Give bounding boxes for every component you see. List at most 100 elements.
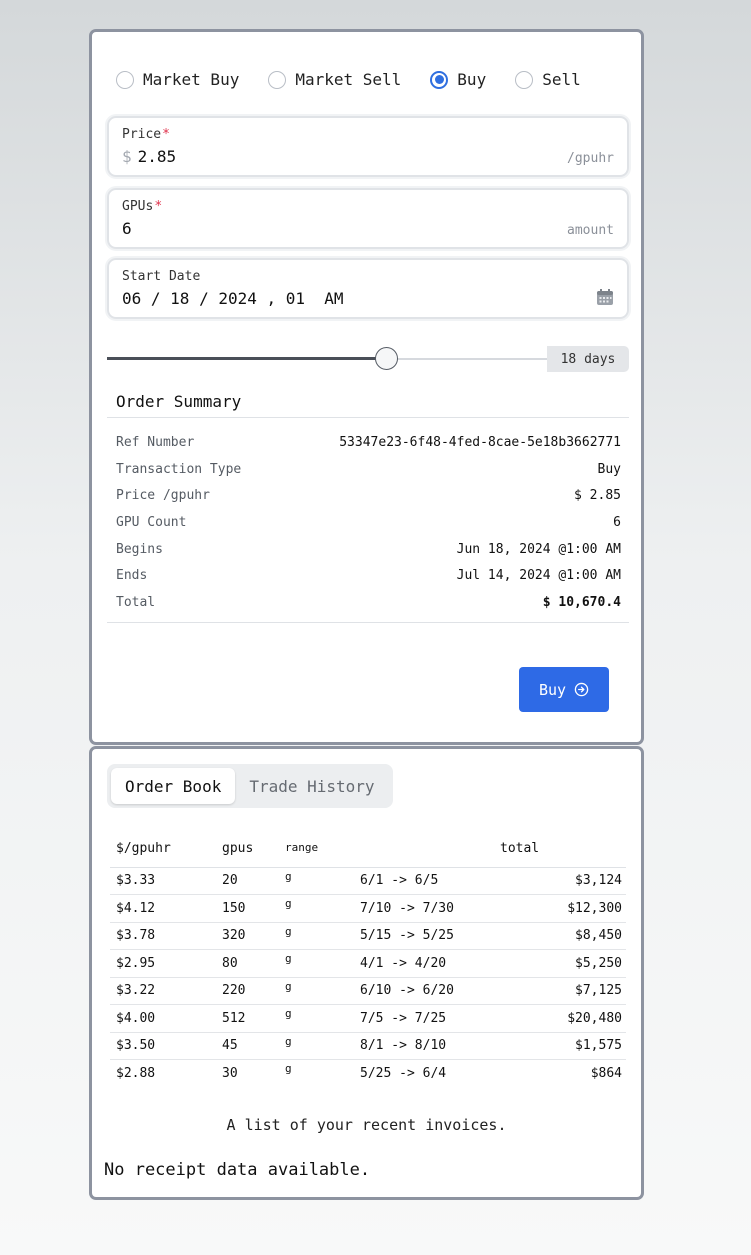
slider-thumb[interactable] — [375, 347, 398, 370]
cell-price: $3.78 — [110, 922, 222, 950]
cell-gpus: 220 — [222, 977, 285, 1005]
summary-key: Transaction Type — [116, 461, 242, 477]
cell-gpus: 150 — [222, 894, 285, 923]
table-row[interactable]: $3.22 220 g 6/10 -> 6/20 $7,125 — [110, 977, 626, 1005]
book-tabs: Order Book Trade History — [107, 764, 393, 808]
divider — [107, 622, 629, 623]
radio-button-circle-checked[interactable] — [430, 70, 449, 89]
cell-unit: g — [285, 922, 360, 950]
summary-row-ref: Ref Number 53347e23-6f48-4fed-8cae-5e18b3… — [116, 429, 621, 456]
table-row[interactable]: $3.33 20 g 6/1 -> 6/5 $3,124 — [110, 867, 626, 895]
summary-value: 6 — [613, 514, 621, 530]
table-row[interactable]: $3.78 320 g 5/15 -> 5/25 $8,450 — [110, 922, 626, 950]
summary-key: Ends — [116, 568, 148, 584]
radio-sell[interactable]: Sell — [515, 70, 581, 89]
radio-button-circle[interactable] — [515, 70, 534, 89]
start-date-field[interactable]: Start Date 06 / 18 / 2024 , 01 AM — [107, 258, 629, 319]
start-date-label: Start Date — [122, 269, 201, 284]
table-caption: A list of your recent invoices. — [226, 1116, 507, 1134]
cell-unit: g — [285, 949, 360, 978]
buy-button[interactable]: Buy — [519, 667, 609, 712]
gpus-input[interactable]: 6 — [122, 219, 132, 238]
radio-label: Sell — [542, 70, 581, 89]
summary-value: 53347e23-6f48-4fed-8cae-5e18b3662771 — [339, 434, 621, 450]
divider — [107, 417, 629, 418]
summary-value: Jun 18, 2024 @1:00 AM — [456, 541, 621, 557]
cell-range: 6/10 -> 6/20 — [360, 977, 500, 1005]
summary-key: Total — [116, 594, 156, 610]
summary-key: Price /gpuhr — [116, 488, 210, 504]
order-type-radio-group: Market Buy Market Sell Buy Sell — [116, 70, 610, 89]
cell-unit: g — [285, 867, 360, 895]
radio-buy[interactable]: Buy — [430, 70, 486, 89]
tab-order-book[interactable]: Order Book — [111, 768, 236, 804]
column-header-price: $/gpuhr — [110, 837, 222, 868]
price-value[interactable]: 2.85 — [138, 147, 177, 166]
column-header-range: range — [285, 837, 500, 868]
start-date-input[interactable]: 06 / 18 / 2024 , 01 AM — [122, 289, 344, 308]
table-row[interactable]: $2.88 30 g 5/25 -> 6/4 $864 — [110, 1060, 626, 1088]
cell-price: $3.33 — [110, 867, 222, 895]
cell-total: $20,480 — [500, 1004, 626, 1033]
table-row[interactable]: $4.00 512 g 7/5 -> 7/25 $20,480 — [110, 1004, 626, 1033]
price-unit-suffix: /gpuhr — [567, 151, 614, 166]
cell-price: $3.50 — [110, 1032, 222, 1060]
cell-price: $3.22 — [110, 977, 222, 1005]
order-book-card: Order Book Trade History $/gpuhr gpus ra… — [89, 746, 644, 1200]
gpus-label-text: GPUs — [122, 199, 154, 214]
summary-key: Ref Number — [116, 434, 195, 450]
gpus-label: GPUs* — [122, 199, 162, 214]
column-header-total: total — [500, 837, 626, 868]
cell-range: 4/1 -> 4/20 — [360, 949, 500, 978]
table-header-row: $/gpuhr gpus range total — [110, 837, 626, 868]
cell-total: $5,250 — [500, 949, 626, 978]
summary-key: Begins — [116, 541, 163, 557]
price-field[interactable]: Price* $2.85 /gpuhr — [107, 116, 629, 177]
radio-button-circle[interactable] — [116, 70, 134, 89]
duration-slider[interactable]: 18 days — [107, 346, 629, 372]
cell-unit: g — [285, 1032, 360, 1060]
radio-market-buy[interactable]: Market Buy — [116, 70, 239, 89]
cell-price: $4.00 — [110, 1004, 222, 1033]
table-row[interactable]: $4.12 150 g 7/10 -> 7/30 $12,300 — [110, 894, 626, 923]
cell-range: 7/10 -> 7/30 — [360, 894, 500, 923]
summary-key: GPU Count — [116, 514, 187, 530]
order-book-table: $/gpuhr gpus range total $3.33 20 g 6/1 -> … — [110, 837, 626, 1087]
radio-label: Market Sell — [295, 70, 402, 89]
cell-unit: g — [285, 977, 360, 1005]
cell-gpus: 512 — [222, 1004, 285, 1033]
summary-value: Buy — [597, 461, 621, 477]
cell-total: $1,575 — [500, 1032, 626, 1060]
cell-range: 5/15 -> 5/25 — [360, 922, 500, 950]
summary-row-begins: Begins Jun 18, 2024 @1:00 AM — [116, 536, 621, 563]
arrow-circle-right-icon — [574, 682, 589, 697]
gpus-unit-suffix: amount — [567, 223, 614, 238]
table-row[interactable]: $2.95 80 g 4/1 -> 4/20 $5,250 — [110, 949, 626, 978]
summary-total-value: $ 10,670.4 — [542, 594, 621, 610]
order-summary-title: Order Summary — [116, 392, 242, 411]
radio-button-circle[interactable] — [268, 70, 287, 89]
gpus-field[interactable]: GPUs* 6 amount — [107, 188, 629, 249]
cell-total: $3,124 — [500, 867, 626, 895]
slider-fill — [107, 357, 386, 360]
cell-gpus: 80 — [222, 949, 285, 978]
cell-gpus: 320 — [222, 922, 285, 950]
order-summary-table: Ref Number 53347e23-6f48-4fed-8cae-5e18b3… — [116, 429, 621, 616]
radio-market-sell[interactable]: Market Sell — [268, 70, 401, 89]
cell-unit: g — [285, 1004, 360, 1033]
cell-price: $2.88 — [116, 1066, 156, 1081]
tab-trade-history[interactable]: Trade History — [235, 768, 388, 804]
table-row[interactable]: $3.50 45 g 8/1 -> 8/10 $1,575 — [110, 1032, 626, 1060]
cell-price: $2.95 — [110, 949, 222, 978]
cell-gpus: 20 — [222, 867, 285, 895]
price-input[interactable]: $2.85 — [122, 147, 176, 166]
cell-range: 7/5 -> 7/25 — [360, 1004, 500, 1033]
cell-total: $12,300 — [500, 894, 626, 923]
column-header-gpus: gpus — [222, 837, 285, 868]
summary-row-price: Price /gpuhr $ 2.85 — [116, 482, 621, 509]
calendar-icon[interactable] — [596, 288, 614, 306]
summary-row-gpu-count: GPU Count 6 — [116, 509, 621, 536]
summary-row-total: Total $ 10,670.4 — [116, 589, 621, 616]
cell-unit: g — [285, 894, 360, 923]
duration-badge: 18 days — [547, 346, 629, 372]
